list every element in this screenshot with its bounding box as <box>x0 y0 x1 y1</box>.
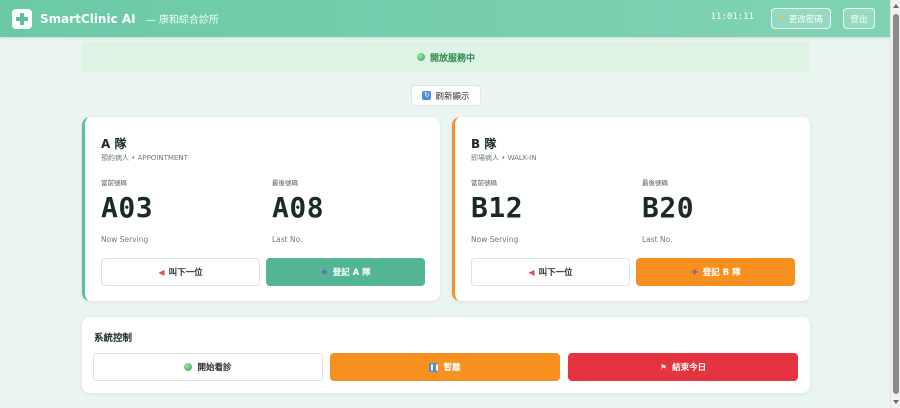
scrollbar-thumb[interactable] <box>893 14 899 394</box>
start-label: 開始看診 <box>197 363 232 373</box>
queue-title: B 隊 <box>471 137 497 151</box>
current-number-label: 當前號碼 <box>101 179 127 187</box>
queue-title: A 隊 <box>101 137 127 151</box>
call-next-label: 叫下一位 <box>168 268 203 278</box>
top-header: SmartClinic AI — 康和綜合診所 11:01:11 ✎ 更改密碼 … <box>0 0 890 37</box>
refresh-icon: ↻ <box>422 91 432 100</box>
register-label: 登記 B 隊 <box>702 268 741 278</box>
key-icon: ✎ <box>779 14 786 23</box>
queue-subtitle: 預約病人 • APPOINTMENT <box>101 154 188 162</box>
refresh-button[interactable]: ↻ 刷新顯示 <box>411 85 481 106</box>
change-password-button[interactable]: ✎ 更改密碼 <box>771 8 831 29</box>
medical-cross-icon <box>12 8 32 29</box>
last-number-label: 最後號碼 <box>642 179 668 187</box>
pause-label: 暫離 <box>443 363 461 373</box>
scroll-up-arrow-icon[interactable] <box>893 4 899 8</box>
change-password-label: 更改密碼 <box>788 14 823 25</box>
end-label: 結束今日 <box>672 363 707 373</box>
pause-button[interactable]: ❚❚ 暫離 <box>330 353 560 381</box>
last-number: B20 <box>642 191 695 224</box>
register-b-button[interactable]: + 登記 B 隊 <box>636 258 795 286</box>
register-label: 登記 A 隊 <box>332 268 371 278</box>
scroll-down-arrow-icon[interactable] <box>893 400 899 404</box>
plus-icon: + <box>690 266 699 278</box>
last-number: A08 <box>272 191 325 224</box>
last-number-label: 最後號碼 <box>272 179 298 187</box>
queue-a-card: A 隊 預約病人 • APPOINTMENT 當前號碼 最後號碼 A03 A08… <box>82 117 440 301</box>
service-status-text: 開放服務中 <box>429 53 475 64</box>
queue-subtitle: 即場病人 • WALK-IN <box>471 154 537 162</box>
app-brand: SmartClinic AI <box>40 11 136 26</box>
clock: 11:01:11 <box>710 12 754 22</box>
call-next-b-button[interactable]: ◀ 叫下一位 <box>471 258 630 286</box>
call-next-a-button[interactable]: ◀ 叫下一位 <box>101 258 260 286</box>
last-number-caption: Last No. <box>272 235 303 244</box>
current-number-caption: Now Serving <box>471 235 519 244</box>
last-number-caption: Last No. <box>642 235 673 244</box>
call-next-label: 叫下一位 <box>538 268 573 278</box>
logout-button[interactable]: 登出 <box>843 8 875 29</box>
current-number: B12 <box>471 191 524 224</box>
pause-icon: ❚❚ <box>429 362 440 372</box>
green-dot-icon <box>416 53 425 61</box>
system-control-panel: 系統控制 開始看診 ❚❚ 暫離 ⚑ 結束今日 <box>82 317 810 393</box>
current-number-caption: Now Serving <box>101 235 149 244</box>
current-number-label: 當前號碼 <box>471 179 497 187</box>
system-control-title: 系統控制 <box>94 333 133 344</box>
current-number: A03 <box>101 191 154 224</box>
queue-b-card: B 隊 即場病人 • WALK-IN 當前號碼 最後號碼 B12 B20 Now… <box>452 117 810 301</box>
service-status-banner: 開放服務中 <box>82 42 810 72</box>
megaphone-icon: ◀ <box>528 267 535 277</box>
megaphone-icon: ◀ <box>158 267 165 277</box>
scrollbar[interactable] <box>890 0 900 408</box>
end-day-button[interactable]: ⚑ 結束今日 <box>568 353 798 381</box>
refresh-label: 刷新顯示 <box>435 91 470 102</box>
start-consultation-button[interactable]: 開始看診 <box>93 353 323 381</box>
clinic-name: — 康和綜合診所 <box>145 15 219 26</box>
flag-icon: ⚑ <box>659 362 668 372</box>
register-a-button[interactable]: + 登記 A 隊 <box>266 258 425 286</box>
green-dot-icon <box>184 363 193 371</box>
plus-icon: + <box>320 266 329 278</box>
